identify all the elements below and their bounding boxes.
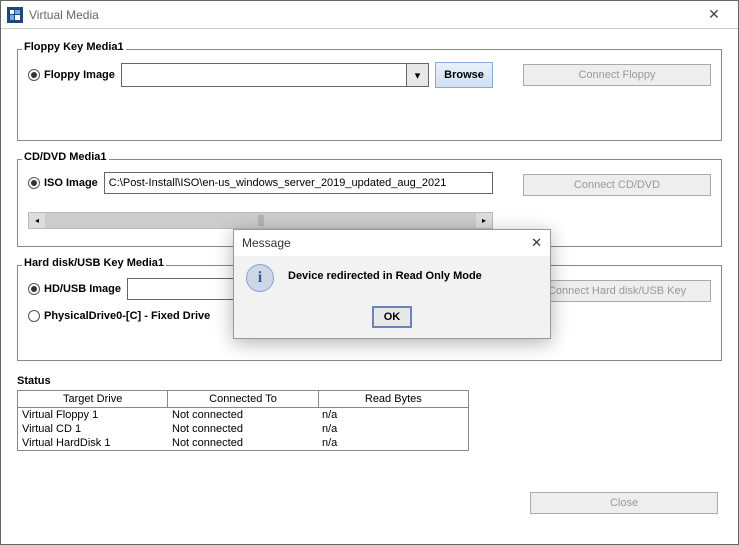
radio-icon (28, 177, 40, 189)
connect-hdusb-button[interactable]: Connect Hard disk/USB Key (523, 280, 711, 302)
status-header-target: Target Drive (18, 391, 168, 407)
table-row: Virtual CD 1 Not connected n/a (18, 422, 468, 436)
status-header-bytes: Read Bytes (319, 391, 468, 407)
status-table: Target Drive Connected To Read Bytes Vir… (17, 390, 469, 451)
chevron-down-icon[interactable]: ▾ (406, 64, 428, 86)
status-cell-bytes: n/a (318, 422, 468, 436)
physical-drive-label: PhysicalDrive0-[C] - Fixed Drive (44, 310, 210, 322)
status-title: Status (17, 375, 722, 387)
status-cell-target: Virtual CD 1 (18, 422, 168, 436)
status-cell-connected: Not connected (168, 422, 318, 436)
status-cell-connected: Not connected (168, 436, 318, 450)
cddvd-panel-label: CD/DVD Media1 (22, 151, 109, 163)
radio-icon (28, 310, 40, 322)
message-dialog: Message ✕ i Device redirected in Read On… (233, 229, 551, 339)
iso-image-radio[interactable]: ISO Image (28, 177, 98, 189)
iso-radio-label: ISO Image (44, 177, 98, 189)
status-cell-bytes: n/a (318, 408, 468, 422)
table-row: Virtual HardDisk 1 Not connected n/a (18, 436, 468, 450)
table-row: Virtual Floppy 1 Not connected n/a (18, 408, 468, 422)
close-button[interactable]: Close (530, 492, 718, 514)
scroll-thumb[interactable] (45, 213, 476, 228)
radio-icon (28, 283, 40, 295)
status-cell-target: Virtual HardDisk 1 (18, 436, 168, 450)
cddvd-horizontal-scrollbar[interactable]: ◂ ▸ (28, 212, 493, 229)
status-header-connected: Connected To (168, 391, 318, 407)
window-close-button[interactable]: ✕ (694, 1, 734, 29)
iso-image-input[interactable] (104, 172, 493, 194)
floppy-panel-label: Floppy Key Media1 (22, 41, 126, 53)
window-title: Virtual Media (29, 8, 99, 22)
connect-cddvd-button[interactable]: Connect CD/DVD (523, 174, 711, 196)
app-icon (7, 7, 23, 23)
dialog-ok-button[interactable]: OK (372, 306, 412, 328)
info-icon: i (246, 264, 274, 292)
hdusb-image-radio[interactable]: HD/USB Image (28, 283, 121, 295)
radio-icon (28, 69, 40, 81)
window-titlebar: Virtual Media ✕ (1, 1, 738, 29)
floppy-image-radio[interactable]: Floppy Image (28, 69, 115, 81)
connect-floppy-button[interactable]: Connect Floppy (523, 64, 711, 86)
dialog-close-icon[interactable]: ✕ (531, 235, 542, 251)
physical-drive-radio[interactable]: PhysicalDrive0-[C] - Fixed Drive (28, 310, 210, 322)
hdusb-panel-label: Hard disk/USB Key Media1 (22, 257, 166, 269)
floppy-image-combobox[interactable]: ▾ (121, 63, 429, 87)
hdusb-radio-label: HD/USB Image (44, 283, 121, 295)
floppy-image-input[interactable] (122, 64, 406, 86)
status-cell-connected: Not connected (168, 408, 318, 422)
dialog-title: Message (242, 236, 291, 250)
scroll-right-icon[interactable]: ▸ (476, 213, 492, 228)
scroll-left-icon[interactable]: ◂ (29, 213, 45, 228)
floppy-panel: Floppy Key Media1 Floppy Image ▾ Browse … (17, 49, 722, 141)
floppy-browse-button[interactable]: Browse (435, 62, 493, 88)
floppy-radio-label: Floppy Image (44, 69, 115, 81)
dialog-message: Device redirected in Read Only Mode (288, 270, 482, 282)
status-cell-bytes: n/a (318, 436, 468, 450)
status-cell-target: Virtual Floppy 1 (18, 408, 168, 422)
dialog-titlebar: Message ✕ (234, 230, 550, 256)
